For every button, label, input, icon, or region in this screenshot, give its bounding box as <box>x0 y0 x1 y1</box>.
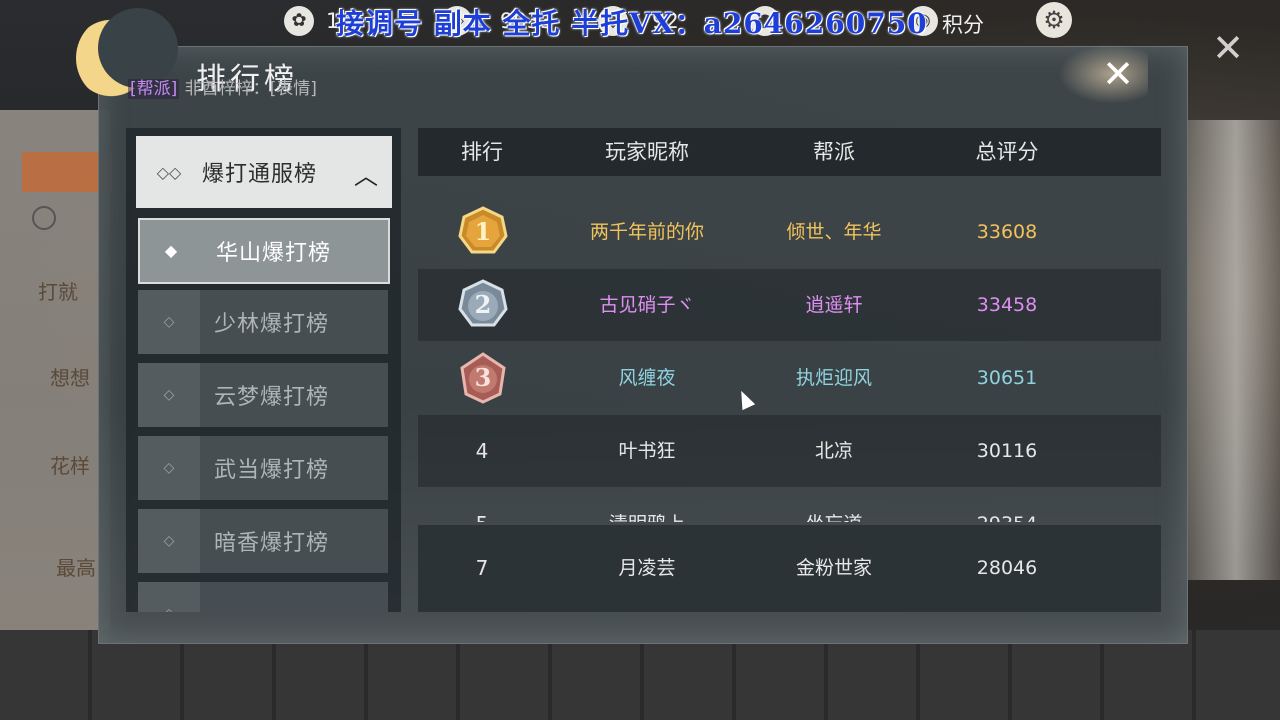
background-left-item: 想想 <box>50 366 90 390</box>
score: 33608 <box>976 221 1038 243</box>
diamond-icon: ◇ <box>138 582 200 612</box>
guild-name: 执炬迎风 <box>795 367 872 389</box>
close-button[interactable]: ✕ <box>1090 54 1146 94</box>
guild-name: 逍遥轩 <box>805 294 863 316</box>
table-row[interactable]: 5 清明鸦上 坐忘道 29354 <box>418 488 1161 522</box>
player-name: 清明鸦上 <box>544 488 750 522</box>
menu-item-huashan[interactable]: ◆ 华山爆打榜 <box>138 218 390 284</box>
menu-item-label: 武当爆打榜 <box>214 458 330 483</box>
chat-text: 非酋梓梓：[表情] <box>184 79 317 99</box>
points-label: 积分 <box>942 13 984 37</box>
table-row[interactable]: 4 叶书狂 北凉 30116 <box>418 415 1161 487</box>
menu-item-shaolin[interactable]: ◇ 少林爆打榜 <box>138 290 388 354</box>
background-left-item: 打就 <box>38 280 78 304</box>
rank-number: 4 <box>475 439 489 463</box>
medal-number: 2 <box>474 290 492 319</box>
diamond-icon: ◇ <box>138 436 200 500</box>
table-header: 排行 玩家昵称 帮派 总评分 <box>418 128 1161 176</box>
diamond-icon: ◇ <box>138 509 200 573</box>
eye-icon: ◇◇ <box>156 162 182 182</box>
header-guild: 帮派 <box>813 140 855 164</box>
menu-header-label: 爆打通服榜 <box>202 162 318 187</box>
chat-channel-tag: [帮派] <box>128 79 180 99</box>
settings-gear-icon[interactable]: ⚙ <box>1036 2 1072 38</box>
menu-item-partial[interactable]: ◇ <box>138 582 388 612</box>
score: 28046 <box>976 557 1038 579</box>
rank-number: 7 <box>475 556 489 580</box>
player-name: 两千年前的你 <box>589 221 704 243</box>
medal-number: 3 <box>474 363 492 392</box>
gold-medal-icon: 1 <box>458 206 508 258</box>
header-rank: 排行 <box>461 140 503 164</box>
header-name: 玩家昵称 <box>605 140 689 164</box>
score: 30651 <box>976 367 1038 389</box>
player-name: 古见硝子ヾ <box>599 294 695 316</box>
ranking-table: 排行 玩家昵称 帮派 总评分 1 两千年前的你 倾世、年华 33608 2 古见… <box>418 128 1161 612</box>
menu-item-label: 华山爆打榜 <box>216 241 332 266</box>
score: 29354 <box>932 488 1082 522</box>
guild-name: 坐忘道 <box>748 488 920 522</box>
background-left-item: 最高 <box>56 556 96 580</box>
menu-item-label: 少林爆打榜 <box>214 312 330 337</box>
score: 33458 <box>976 294 1038 316</box>
menu-item-anxiang[interactable]: ◇ 暗香爆打榜 <box>138 509 388 573</box>
player-name: 月凌芸 <box>618 557 676 579</box>
my-rank-row[interactable]: 7 月凌芸 金粉世家 28046 <box>418 525 1161 612</box>
diamond-icon: ◇ <box>138 363 200 427</box>
outer-close-icon[interactable]: ✕ <box>1208 28 1248 68</box>
category-menu: ◇◇ 爆打通服榜 ︿ ◆ 华山爆打榜 ◇ 少林爆打榜 ◇ 云梦爆打榜 ◇ 武当爆… <box>126 128 401 612</box>
player-name: 风缠夜 <box>618 367 676 389</box>
guild-name: 金粉世家 <box>795 557 872 579</box>
watermark-text: 接调号 副本 全托 半托VX：a2646260750 <box>336 7 928 40</box>
diamond-icon: ◇ <box>138 290 200 354</box>
chat-message: [帮派] 非酋梓梓：[表情] <box>128 74 317 99</box>
table-row[interactable]: 1 两千年前的你 倾世、年华 33608 <box>418 196 1161 268</box>
clock-icon <box>32 206 56 230</box>
guild-name: 北凉 <box>814 440 853 462</box>
menu-item-label: 云梦爆打榜 <box>214 385 330 410</box>
silver-medal-icon: 2 <box>458 279 508 331</box>
menu-item-wudang[interactable]: ◇ 武当爆打榜 <box>138 436 388 500</box>
background-left-item: 花样 <box>50 454 90 478</box>
rank-number: 5 <box>442 488 522 522</box>
table-row[interactable]: 3 风缠夜 执炬迎风 30651 <box>418 342 1161 414</box>
diamond-icon: ◆ <box>164 241 178 260</box>
menu-item-label: 暗香爆打榜 <box>214 531 330 556</box>
menu-item-yunmeng[interactable]: ◇ 云梦爆打榜 <box>138 363 388 427</box>
table-row[interactable]: 2 古见硝子ヾ 逍遥轩 33458 <box>418 269 1161 341</box>
film-reel-icon: ✿ <box>284 6 314 36</box>
medal-number: 1 <box>474 217 492 246</box>
header-score: 总评分 <box>975 140 1039 164</box>
chevron-up-icon[interactable]: ︿ <box>354 156 378 191</box>
menu-header[interactable]: ◇◇ 爆打通服榜 ︿ <box>136 136 392 208</box>
player-name: 叶书狂 <box>618 440 676 462</box>
score: 30116 <box>976 440 1038 462</box>
guild-name: 倾世、年华 <box>786 221 882 243</box>
bronze-medal-icon: 3 <box>458 352 508 404</box>
